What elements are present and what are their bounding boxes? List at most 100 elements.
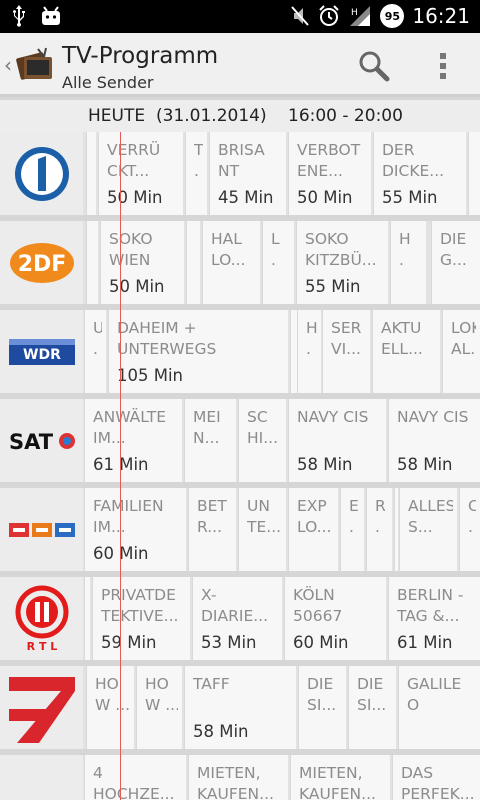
android-debug-icon — [42, 6, 60, 25]
program-card[interactable]: MIETEN, KAUFEN... — [290, 755, 390, 800]
channel-logo-vox[interactable]: V X — [0, 755, 83, 800]
program-card[interactable] — [86, 132, 96, 215]
program-title: R . — [375, 497, 386, 536]
program-card[interactable]: HO W ... — [136, 666, 182, 749]
program-card[interactable]: SOKO KITZBÜ... 55 Min — [296, 221, 388, 304]
svg-text:WDR: WDR — [23, 347, 61, 363]
program-card[interactable]: ALLES S... — [399, 488, 457, 571]
program-card[interactable]: DAS PERFEK... — [392, 755, 480, 800]
program-card[interactable]: X- DIARIE... 53 Min — [192, 577, 282, 660]
program-title: ANWÄLTE IM... — [93, 408, 167, 447]
program-card[interactable]: E . — [340, 488, 364, 571]
program-duration: 55 Min — [382, 188, 438, 207]
app-logo[interactable] — [16, 45, 56, 85]
program-card[interactable]: TAFF 58 Min — [184, 666, 296, 749]
program-card[interactable]: NAVY CIS 58 Min — [288, 399, 386, 482]
program-title: EXP LO... — [297, 497, 332, 536]
program-card[interactable]: DAHEIM + UNTERWEGS 105 Min — [108, 310, 288, 393]
clock: 16:21 — [412, 4, 470, 28]
program-card[interactable]: BERLIN - TAG &... 61 Min — [388, 577, 480, 660]
program-card[interactable]: 4 HOCHZE... — [84, 755, 186, 800]
program-title: HO W ... — [95, 675, 130, 714]
program-card[interactable]: BET R... — [188, 488, 236, 571]
svg-text:X: X — [55, 797, 75, 800]
program-duration: 61 Min — [397, 633, 453, 652]
svg-text:H: H — [351, 8, 358, 18]
program-card[interactable]: AKTU ELL... — [372, 310, 440, 393]
program-title: MIETEN, KAUFEN... — [299, 764, 376, 800]
program-card[interactable]: HAL LO... — [202, 221, 260, 304]
channel-row-zdf: 2DF SOKO WIEN 50 Min HAL LO... L . SOKO K… — [0, 221, 480, 304]
channel-logo-sat1[interactable]: SAT — [0, 399, 83, 482]
channel-logo-prosieben[interactable] — [0, 666, 83, 749]
channel-row-rtl: R T L PRIVATDE TEKTIVE... 59 Min X- DIARI… — [0, 577, 480, 660]
program-card[interactable]: FAMILIEN IM... 60 Min — [84, 488, 186, 571]
program-duration: 55 Min — [305, 277, 361, 296]
program-card[interactable]: EXP LO... — [288, 488, 338, 571]
program-title: BRISA NT — [218, 141, 265, 180]
channel-logo-wdr[interactable]: WDR — [0, 310, 83, 393]
program-title: DAS PERFEK... — [401, 764, 475, 800]
program-card[interactable]: BRISA NT 45 Min — [209, 132, 286, 215]
program-duration: 60 Min — [293, 633, 349, 652]
svg-text:2DF: 2DF — [17, 252, 66, 277]
program-card[interactable]: MIETEN, KAUFEN... — [188, 755, 288, 800]
program-card[interactable]: VERRÜ CKT... 50 Min — [98, 132, 183, 215]
program-title: UN TE... — [247, 497, 282, 536]
program-card[interactable]: L . — [262, 221, 294, 304]
program-card[interactable]: SER VI... — [322, 310, 370, 393]
channel-row-vox: V X 4 HOCHZE... MIETEN, KAUFEN... MIETEN… — [0, 755, 480, 800]
program-duration: 59 Min — [101, 633, 157, 652]
program-title: DIE G... — [440, 230, 467, 269]
program-duration: 105 Min — [117, 366, 184, 385]
channel-logo-ard[interactable] — [0, 132, 83, 215]
program-card[interactable]: NAVY CIS 58 Min — [388, 399, 480, 482]
program-card[interactable] — [394, 488, 398, 571]
program-card[interactable]: SOKO WIEN 50 Min — [100, 221, 184, 304]
program-card[interactable]: R . — [366, 488, 392, 571]
program-card[interactable]: U . — [84, 310, 106, 393]
program-title: KÖLN 50667 — [293, 586, 343, 625]
up-icon[interactable]: ‹ — [4, 53, 12, 77]
program-card[interactable]: H . — [297, 310, 321, 393]
program-duration: 58 Min — [193, 722, 249, 741]
program-card[interactable]: H . — [390, 221, 426, 304]
program-card[interactable] — [84, 577, 90, 660]
program-title: SC HI... — [247, 408, 279, 447]
program-card[interactable]: SC HI... — [238, 399, 286, 482]
channel-logo-rtl[interactable]: R T L — [0, 577, 83, 660]
program-card[interactable]: DIE G... — [431, 221, 480, 304]
program-card[interactable]: T . — [185, 132, 207, 215]
program-card[interactable]: C . — [459, 488, 480, 571]
program-card[interactable]: VERBOT ENE... 50 Min — [288, 132, 371, 215]
program-card[interactable]: DER DICKE... 55 Min — [373, 132, 466, 215]
program-card[interactable]: KÖLN 50667 60 Min — [284, 577, 386, 660]
usb-icon — [13, 5, 25, 27]
program-card[interactable]: HO W ... — [86, 666, 134, 749]
program-card[interactable]: PRIVATDE TEKTIVE... 59 Min — [92, 577, 190, 660]
program-title: MEI N... — [193, 408, 221, 447]
program-card[interactable]: MEI N... — [184, 399, 236, 482]
program-title: NAVY CIS — [397, 408, 469, 426]
alarm-icon — [319, 5, 340, 26]
program-card[interactable]: LOK AL... — [442, 310, 480, 393]
mute-icon — [291, 6, 310, 26]
program-card[interactable]: UN TE... — [238, 488, 286, 571]
action-bar: ‹ TV-Programm Alle Sender — [0, 33, 480, 97]
program-card[interactable] — [186, 221, 200, 304]
channel-row-sat1: SAT ANWÄLTE IM... 61 Min MEI N... SC HI..… — [0, 399, 480, 482]
channel-logo-rtl2[interactable] — [0, 488, 83, 571]
program-title: H . — [306, 319, 317, 358]
program-title: X- DIARIE... — [201, 586, 269, 625]
overflow-menu-icon[interactable] — [432, 51, 454, 81]
program-card[interactable] — [86, 221, 98, 304]
program-card[interactable]: DIE SI... — [298, 666, 346, 749]
program-card[interactable]: GALILE O — [398, 666, 480, 749]
program-card[interactable]: ANWÄLTE IM... 61 Min — [84, 399, 182, 482]
program-card[interactable]: DIE SI... — [348, 666, 396, 749]
program-duration: 50 Min — [109, 277, 165, 296]
program-title: SOKO KITZBÜ... — [305, 230, 377, 269]
search-icon[interactable] — [357, 49, 391, 83]
channel-logo-zdf[interactable]: 2DF — [0, 221, 83, 304]
program-card[interactable] — [468, 132, 480, 215]
